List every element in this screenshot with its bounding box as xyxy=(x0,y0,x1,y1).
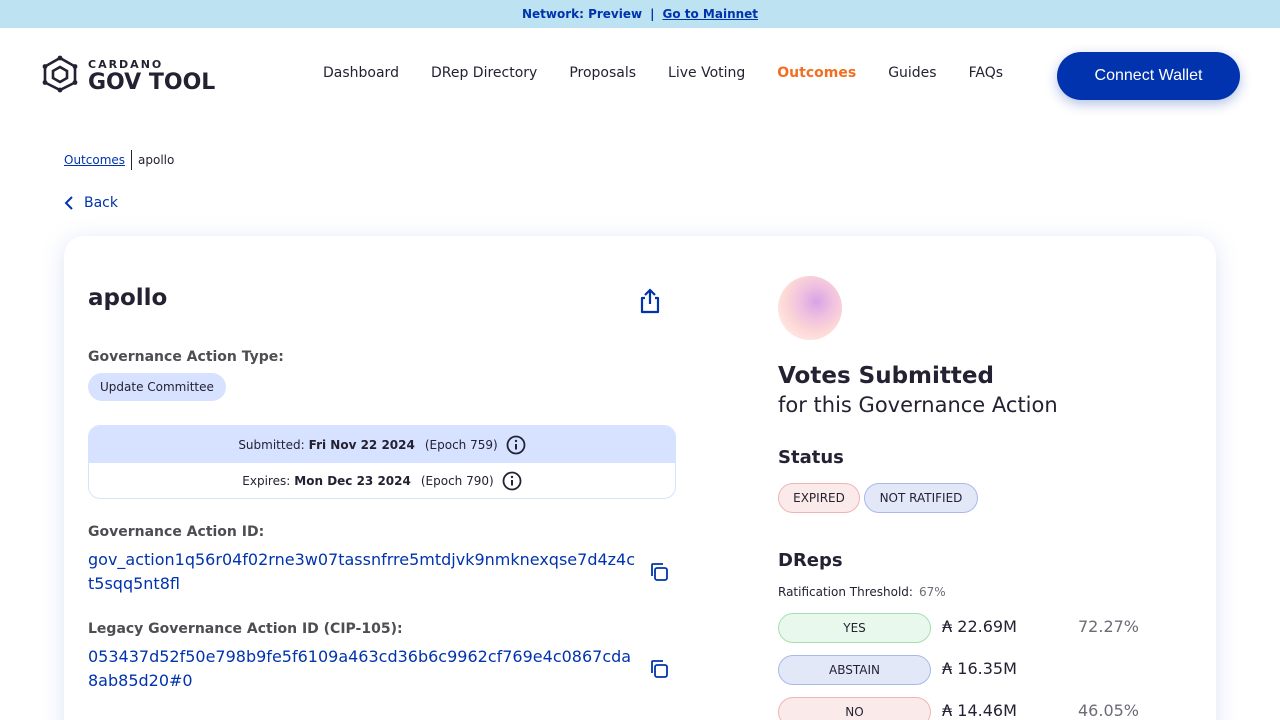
status-badge-not-ratified: NOT RATIFIED xyxy=(864,483,978,513)
nav-faqs[interactable]: FAQs xyxy=(969,65,1003,81)
submitted-label: Submitted: xyxy=(238,437,305,452)
dates-box: Submitted: Fri Nov 22 2024 (Epoch 759) E… xyxy=(88,425,676,499)
nav-proposals[interactable]: Proposals xyxy=(569,65,636,81)
action-id-label: Governance Action ID: xyxy=(88,524,265,540)
ratification-threshold: Ratification Threshold: 67% xyxy=(778,585,946,599)
chevron-left-icon xyxy=(64,196,73,210)
status-heading: Status xyxy=(778,447,844,468)
logo[interactable]: CARDANO GOV TOOL xyxy=(40,55,215,97)
breadcrumb-current: apollo xyxy=(138,153,175,167)
main-nav: Dashboard DRep Directory Proposals Live … xyxy=(323,65,1035,81)
vote-amount-no: ₳ 14.46M xyxy=(942,701,1017,720)
header: CARDANO GOV TOOL Dashboard DRep Director… xyxy=(0,28,1280,124)
vote-percent-no: 46.05% xyxy=(1078,701,1140,720)
vote-amount-abstain: ₳ 16.35M xyxy=(942,659,1017,678)
connect-wallet-button[interactable]: Connect Wallet xyxy=(1057,52,1240,100)
copy-action-id-button[interactable] xyxy=(648,561,670,587)
breadcrumb: Outcomes apollo xyxy=(64,150,174,170)
dreps-heading: DReps xyxy=(778,550,843,571)
nav-guides[interactable]: Guides xyxy=(888,65,936,81)
vote-label-yes: YES xyxy=(778,613,931,643)
votes-title: Votes Submitted xyxy=(778,363,994,389)
nav-live-voting[interactable]: Live Voting xyxy=(668,65,745,81)
logo-cardano-text: CARDANO xyxy=(88,57,164,71)
threshold-value: 67% xyxy=(918,585,946,599)
action-id-value: gov_action1q56r04f02rne3w07tassnfrre5mtd… xyxy=(88,550,636,593)
submitted-date: Fri Nov 22 2024 xyxy=(308,437,415,452)
banner-separator: | xyxy=(650,7,655,21)
expires-row: Expires: Mon Dec 23 2024 (Epoch 790) xyxy=(89,463,675,498)
action-type-label: Governance Action Type: xyxy=(88,349,284,365)
nav-drep-directory[interactable]: DRep Directory xyxy=(431,65,537,81)
info-icon[interactable] xyxy=(502,471,522,491)
network-banner: Network: Preview | Go to Mainnet xyxy=(0,0,1280,28)
nav-dashboard[interactable]: Dashboard xyxy=(323,65,399,81)
share-icon xyxy=(640,288,660,314)
action-type-chip: Update Committee xyxy=(88,373,226,401)
cardano-hex-logo-icon xyxy=(40,55,80,97)
expires-label: Expires: xyxy=(242,474,291,488)
share-button[interactable] xyxy=(638,288,662,318)
breadcrumb-divider xyxy=(131,150,133,170)
proposal-title: apollo xyxy=(88,285,168,311)
logo-govtool-text: GOV TOOL xyxy=(88,69,216,95)
votes-subtitle: for this Governance Action xyxy=(778,393,1058,417)
vote-label-abstain: ABSTAIN xyxy=(778,655,931,685)
back-label: Back xyxy=(84,195,118,211)
copy-icon xyxy=(651,660,668,678)
info-icon[interactable] xyxy=(506,435,526,455)
copy-icon xyxy=(651,563,668,581)
submitted-epoch: (Epoch 759) xyxy=(424,437,498,452)
status-badge-expired: EXPIRED xyxy=(778,483,860,513)
vote-label-no: NO xyxy=(778,697,931,720)
threshold-label: Ratification Threshold: xyxy=(778,585,913,599)
network-label: Network: Preview xyxy=(521,7,643,21)
proposal-avatar xyxy=(778,276,842,340)
back-button[interactable]: Back xyxy=(64,195,118,211)
go-to-mainnet-link[interactable]: Go to Mainnet xyxy=(662,7,758,21)
expires-epoch: (Epoch 790) xyxy=(420,474,494,488)
vote-row-yes: YES ₳ 22.69M 72.27% xyxy=(778,613,1178,643)
vote-row-no: NO ₳ 14.46M 46.05% xyxy=(778,697,1178,720)
vote-amount-yes: ₳ 22.69M xyxy=(942,617,1017,636)
vote-row-abstain: ABSTAIN ₳ 16.35M xyxy=(778,655,1178,685)
copy-legacy-id-button[interactable] xyxy=(648,658,670,684)
expires-date: Mon Dec 23 2024 xyxy=(294,474,411,488)
breadcrumb-outcomes-link[interactable]: Outcomes xyxy=(64,153,125,167)
nav-outcomes[interactable]: Outcomes xyxy=(777,65,856,81)
submitted-row: Submitted: Fri Nov 22 2024 (Epoch 759) xyxy=(89,426,675,463)
legacy-id-label: Legacy Governance Action ID (CIP-105): xyxy=(88,621,403,637)
legacy-id-value: 053437d52f50e798b9fe5f6109a463cd36b6c996… xyxy=(88,647,632,690)
vote-percent-yes: 72.27% xyxy=(1078,617,1140,636)
